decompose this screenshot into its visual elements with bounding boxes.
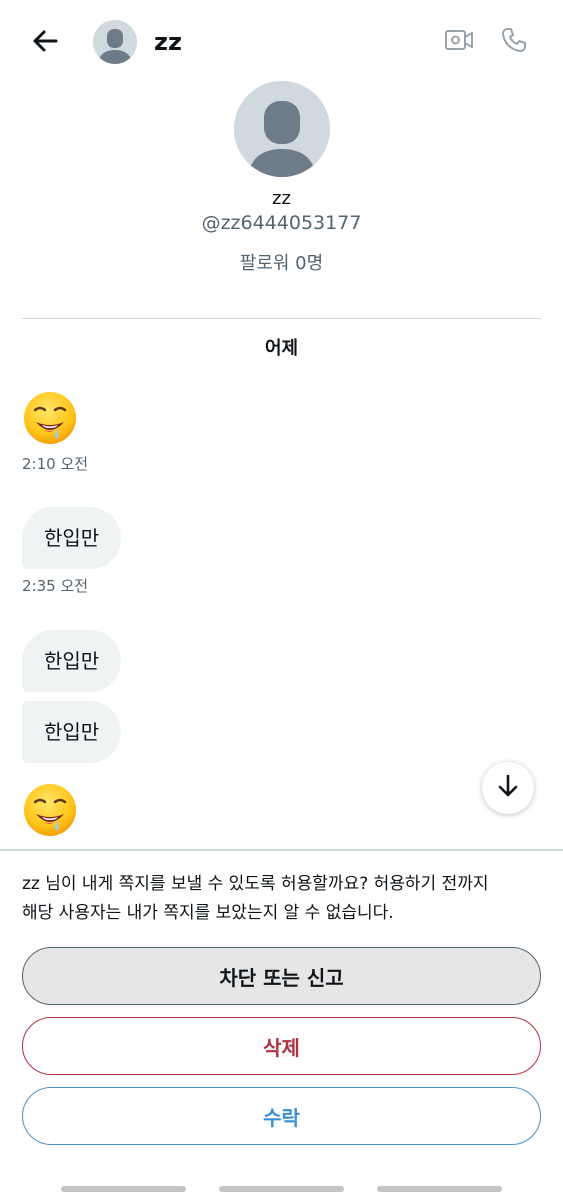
scroll-to-bottom-button[interactable]: [482, 762, 534, 814]
profile-avatar[interactable]: [234, 81, 330, 177]
system-nav-handle[interactable]: [377, 1186, 502, 1192]
message-bubble[interactable]: 한입만: [22, 630, 122, 692]
profile-handle: @zz6444053177: [201, 212, 362, 234]
header-avatar[interactable]: [93, 20, 137, 64]
message-request-prompt-line: 해당 사용자는 내가 쪽지를 보았는지 알 수 없습니다.: [22, 903, 394, 923]
divider: [22, 318, 541, 319]
default-avatar-icon: [234, 81, 330, 177]
block-or-report-button[interactable]: 차단 또는 신고: [22, 947, 541, 1005]
arrow-down-icon: [495, 773, 521, 803]
conversation-header: zz: [0, 0, 563, 84]
arrow-left-icon: [31, 27, 59, 59]
video-call-button[interactable]: [442, 26, 476, 58]
date-separator: 어제: [264, 338, 299, 359]
phone-icon: [500, 26, 528, 58]
message-request-prompt-line: zz 님이 내게 쪽지를 보낼 수 있도록 허용할까요? 허용하기 전까지: [22, 874, 489, 894]
message-request-prompt: zz 님이 내게 쪽지를 보낼 수 있도록 허용할까요? 허용하기 전까지 해당…: [22, 870, 542, 928]
back-button[interactable]: [28, 26, 62, 60]
system-nav-handle[interactable]: [219, 1186, 344, 1192]
header-user-name[interactable]: zz: [154, 26, 182, 58]
drooling-face-emoji-icon[interactable]: [22, 390, 78, 446]
message-bubble[interactable]: 한입만: [22, 701, 122, 763]
message-timestamp: 2:35 오전: [22, 577, 89, 595]
drooling-face-emoji-icon[interactable]: [22, 782, 78, 838]
default-avatar-icon: [93, 20, 137, 64]
profile-followers-count: 팔로워 0명: [239, 253, 324, 274]
accept-button[interactable]: 수락: [22, 1087, 541, 1145]
panel-divider: [0, 849, 563, 851]
system-nav-handle[interactable]: [61, 1186, 186, 1192]
delete-button[interactable]: 삭제: [22, 1017, 541, 1075]
video-camera-icon: [444, 28, 474, 56]
message-bubble[interactable]: 한입만: [22, 507, 122, 569]
message-timestamp: 2:10 오전: [22, 455, 89, 473]
profile-name: zz: [272, 188, 291, 209]
voice-call-button[interactable]: [497, 26, 531, 58]
